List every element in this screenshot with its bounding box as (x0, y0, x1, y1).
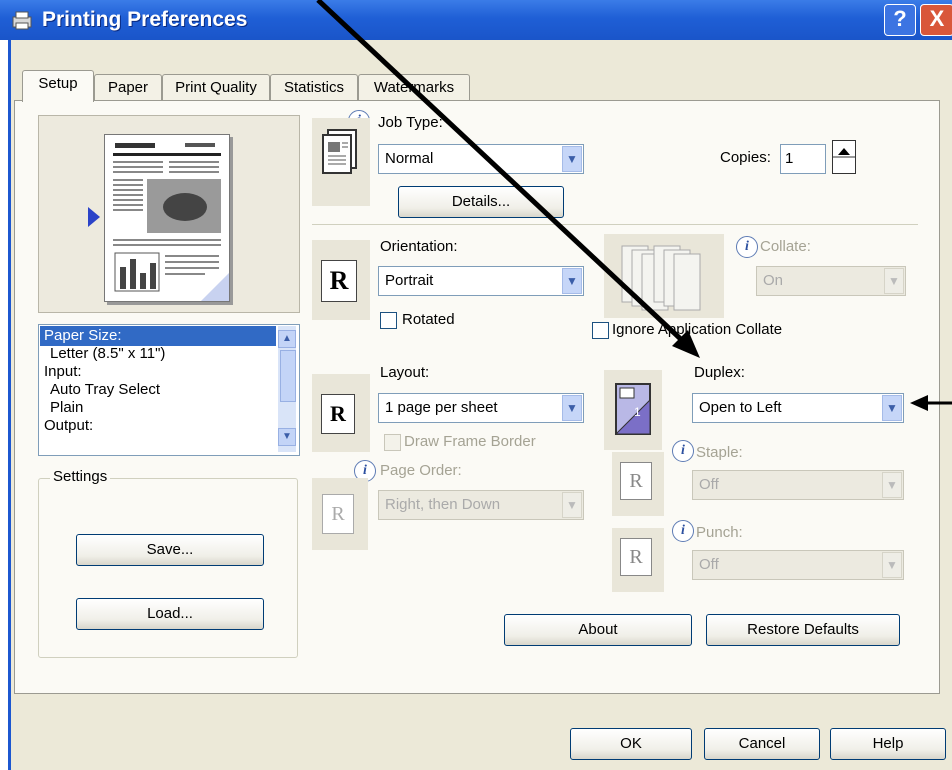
orientation-select[interactable]: Portrait ▼ (378, 266, 584, 296)
page-order-select[interactable]: Right, then Down ▼ (378, 490, 584, 520)
layout-label: Layout: (380, 364, 430, 381)
tab-print-quality[interactable]: Print Quality (162, 74, 270, 101)
collate-value: On (763, 272, 784, 289)
tab-watermarks[interactable]: Watermarks (358, 74, 470, 101)
staple-r-icon: R (620, 462, 652, 500)
divider (312, 224, 918, 225)
list-item[interactable]: Output: (44, 417, 93, 434)
preview-arrow-icon (88, 207, 100, 227)
scroll-down-icon[interactable]: ▼ (278, 428, 296, 446)
collate-label: Collate: (760, 238, 811, 255)
punch-label: Punch: (696, 524, 743, 541)
duplex-label: Duplex: (694, 364, 745, 381)
svg-text:1: 1 (634, 405, 641, 419)
list-item[interactable]: Paper Size: (44, 327, 122, 344)
copies-label: Copies: (720, 149, 771, 166)
list-item[interactable]: Input: (44, 363, 82, 380)
settings-group-label: Settings (50, 468, 111, 485)
page-order-value: Right, then Down (385, 496, 501, 513)
settings-group (38, 478, 298, 658)
collate-pages-icon (621, 245, 701, 311)
tab-paper[interactable]: Paper (94, 74, 162, 101)
chevron-down-icon: ▼ (884, 268, 904, 294)
copies-spinner[interactable] (832, 140, 856, 174)
punch-value: Off (699, 556, 719, 573)
chevron-down-icon: ▼ (882, 472, 902, 498)
staple-select[interactable]: Off ▼ (692, 470, 904, 500)
save-button[interactable]: Save... (76, 534, 264, 566)
staple-value: Off (699, 476, 719, 493)
page-order-label: Page Order: (380, 462, 462, 479)
draw-frame-label: Draw Frame Border (404, 433, 536, 450)
rotated-label: Rotated (402, 311, 455, 328)
ok-button[interactable]: OK (570, 728, 692, 760)
ignore-collate-label: Ignore Application Collate (612, 321, 783, 338)
details-button[interactable]: Details... (398, 186, 564, 218)
staple-label: Staple: (696, 444, 743, 461)
info-icon: i (672, 440, 694, 462)
layout-select[interactable]: 1 page per sheet ▼ (378, 393, 584, 423)
list-item[interactable]: Auto Tray Select (50, 381, 160, 398)
chevron-down-icon[interactable]: ▼ (562, 395, 582, 421)
restore-defaults-button[interactable]: Restore Defaults (706, 614, 900, 646)
about-button[interactable]: About (504, 614, 692, 646)
duplex-select[interactable]: Open to Left ▼ (692, 393, 904, 423)
layout-r-icon: R (321, 394, 355, 434)
punch-r-icon: R (620, 538, 652, 576)
job-type-label: Job Type: (378, 114, 443, 131)
list-item[interactable]: Letter (8.5" x 11") (50, 345, 165, 362)
draw-frame-checkbox[interactable] (384, 434, 401, 451)
job-document-icon (322, 129, 357, 174)
chevron-down-icon: ▼ (882, 552, 902, 578)
rotated-checkbox[interactable] (380, 312, 397, 329)
orientation-label: Orientation: (380, 238, 458, 255)
close-title-button[interactable]: X (920, 4, 952, 36)
scroll-up-icon[interactable]: ▲ (278, 330, 296, 348)
orientation-value: Portrait (385, 272, 434, 289)
scroll-thumb[interactable] (280, 350, 296, 402)
collate-select[interactable]: On ▼ (756, 266, 906, 296)
help-button[interactable]: Help (830, 728, 946, 760)
tab-setup[interactable]: Setup (22, 70, 94, 102)
duplex-value: Open to Left (699, 399, 782, 416)
ignore-collate-checkbox[interactable] (592, 322, 609, 339)
punch-select[interactable]: Off ▼ (692, 550, 904, 580)
chevron-down-icon[interactable]: ▼ (562, 146, 582, 172)
load-button[interactable]: Load... (76, 598, 264, 630)
window-title: Printing Preferences (42, 8, 248, 31)
chevron-down-icon: ▼ (562, 492, 582, 518)
help-title-button[interactable]: ? (884, 4, 916, 36)
info-icon: i (672, 520, 694, 542)
info-icon: i (736, 236, 758, 258)
chevron-down-icon[interactable]: ▼ (882, 395, 902, 421)
preview-page-icon (104, 134, 230, 302)
printer-app-icon (12, 11, 32, 30)
cancel-button[interactable]: Cancel (704, 728, 820, 760)
duplex-book-icon: 1 (614, 383, 651, 435)
chevron-down-icon[interactable]: ▼ (562, 268, 582, 294)
job-type-value: Normal (385, 150, 434, 167)
layout-value: 1 page per sheet (385, 399, 498, 416)
tab-statistics[interactable]: Statistics (270, 74, 358, 101)
copies-input[interactable]: 1 (780, 144, 826, 174)
page-order-r-icon: R (322, 494, 354, 534)
job-type-select[interactable]: Normal ▼ (378, 144, 584, 174)
portrait-r-icon: R (321, 260, 357, 302)
list-item[interactable]: Plain (50, 399, 83, 416)
